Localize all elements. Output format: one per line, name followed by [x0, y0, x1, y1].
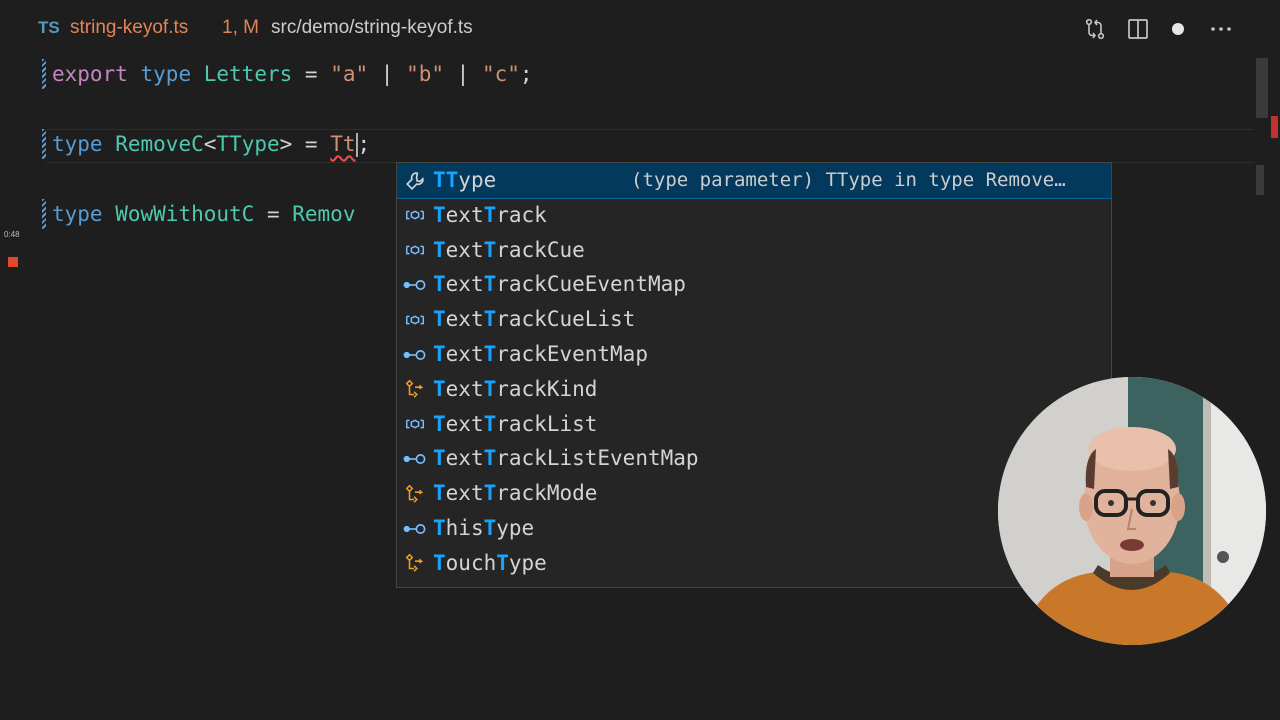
typescript-file-icon: TS [38, 18, 60, 37]
unsaved-dot-icon[interactable] [1163, 14, 1193, 44]
overview-ruler-cursor-mark [1256, 165, 1264, 195]
suggestion-item[interactable]: TextTrackCueEventMap [397, 267, 1111, 302]
compare-changes-icon[interactable] [1080, 14, 1110, 44]
type-name: RemoveC [115, 132, 204, 156]
gutter-modified-marker [42, 59, 46, 89]
suggestion-item[interactable]: TextTrackEventMap [397, 337, 1111, 372]
suggestion-label: TextTrackCueEventMap [433, 272, 686, 297]
type-alias-icon [401, 546, 429, 581]
suggestion-label: TextTrackListEventMap [433, 446, 699, 471]
suggestion-item[interactable]: TType (type parameter) TType in type Remo… [397, 163, 1111, 199]
suggestion-label: TextTrackKind [433, 376, 598, 401]
editor-tab-bar: TS string-keyof.ts 1, M src/demo/string-… [0, 0, 1280, 58]
type-alias-icon [401, 476, 429, 511]
suggestion-label: TouchType [433, 550, 547, 575]
tab-file-name[interactable]: string-keyof.ts [70, 17, 188, 39]
gutter-modified-marker [42, 199, 46, 229]
suggestion-detail: (type parameter) TType in type Remove… [631, 169, 1066, 191]
interface-icon [401, 233, 429, 268]
punctuation: ; [357, 132, 371, 156]
type-name: Letters [203, 62, 293, 86]
record-indicator-icon [8, 257, 18, 267]
webcam-overlay [998, 377, 1266, 645]
suggestion-label: TType [433, 168, 497, 192]
property-icon [401, 511, 429, 546]
punctuation: ; [519, 62, 533, 86]
more-actions-icon[interactable] [1206, 14, 1236, 44]
punctuation: < [203, 132, 217, 156]
overview-ruler-error-mark [1271, 116, 1278, 138]
vertical-scrollbar[interactable] [1256, 58, 1280, 720]
code-line-removec[interactable]: type RemoveC<TType> = Tt; [52, 126, 370, 162]
suggestion-item[interactable]: TextTrackKind [397, 372, 1111, 407]
wrench-icon [401, 163, 429, 198]
string-literal: "a" [330, 62, 369, 86]
scrollbar-thumb[interactable] [1256, 58, 1268, 118]
type-name: WowWithoutC [115, 202, 255, 226]
property-icon [401, 267, 429, 302]
typed-identifier-error: Tt [330, 132, 356, 156]
type-parameter: TType [216, 132, 280, 156]
punctuation: > [279, 132, 293, 156]
type-reference: Remov [292, 202, 356, 226]
keyword: type [140, 62, 192, 86]
operator: = [292, 62, 331, 86]
code-line-letters[interactable]: export type Letters = "a" | "b" | "c"; [52, 56, 533, 92]
keyword: type [52, 132, 103, 156]
suggestion-label: TextTrackCueList [433, 307, 636, 332]
interface-icon [401, 302, 429, 337]
suggestion-item[interactable]: TextTrackList [397, 407, 1111, 442]
interface-icon [401, 407, 429, 442]
interface-icon [401, 198, 429, 233]
operator: | [444, 62, 482, 86]
operator: = [254, 202, 293, 226]
split-editor-icon[interactable] [1123, 14, 1153, 44]
keyword: export [52, 62, 128, 86]
tab-file-path: src/demo/string-keyof.ts [271, 17, 473, 38]
operator: | [368, 62, 407, 86]
keyword: type [52, 202, 103, 226]
code-line-wowwithoutc[interactable]: type WowWithoutC = Remov [52, 196, 355, 232]
suggestion-item[interactable]: TextTrackCueList [397, 302, 1111, 337]
property-icon [401, 337, 429, 372]
presenter-image [998, 377, 1266, 645]
suggestion-item[interactable]: TextTrackCue [397, 233, 1111, 268]
tab-problems-status: 1, M [222, 17, 259, 38]
suggestion-label: TextTrackMode [433, 481, 598, 506]
editor-actions [1080, 14, 1280, 44]
suggestion-label: TextTrack [433, 202, 547, 227]
suggestion-label: TextTrackCue [433, 237, 585, 262]
string-literal: "b" [406, 62, 445, 86]
suggestion-label: TextTrackEventMap [433, 342, 648, 366]
suggestion-label: ThisType [433, 516, 535, 540]
recording-timer: 0:48 [4, 230, 20, 239]
type-alias-icon [401, 372, 429, 407]
property-icon [401, 441, 429, 476]
gutter-modified-marker [42, 129, 46, 159]
suggestion-label: TextTrackList [433, 411, 598, 436]
string-literal: "c" [481, 62, 520, 86]
suggestion-item[interactable]: TextTrack [397, 198, 1111, 233]
operator: = [292, 132, 331, 156]
